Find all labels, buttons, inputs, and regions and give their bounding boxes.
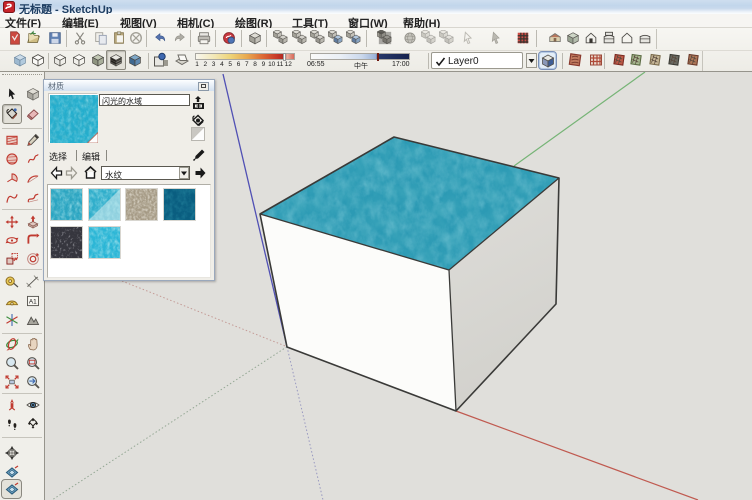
svg-text:A1: A1 — [29, 299, 37, 306]
